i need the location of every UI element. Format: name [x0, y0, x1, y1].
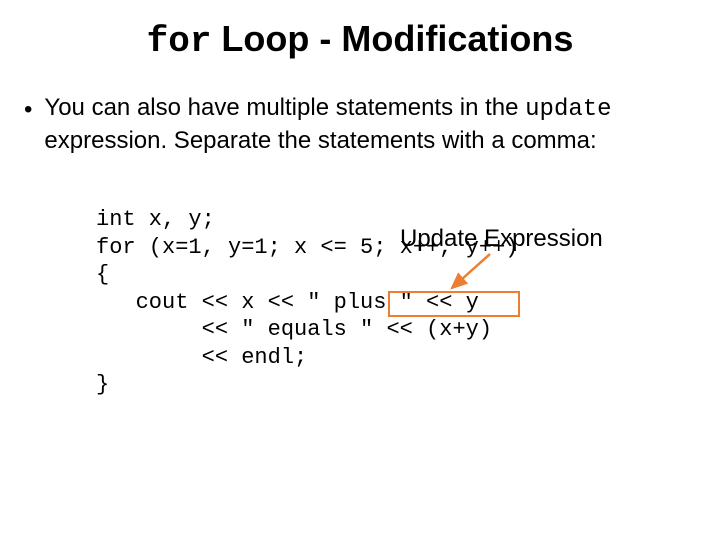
bullet-part2: expression. Separate the statements with…	[44, 127, 596, 154]
title-rest: Loop - Modifications	[211, 18, 573, 59]
bullet-marker: •	[24, 92, 44, 125]
content-area: • You can also have multiple statements …	[0, 92, 720, 399]
bullet-item: • You can also have multiple statements …	[24, 92, 696, 156]
bullet-part1: You can also have multiple statements in…	[44, 94, 525, 121]
annotation-label: Update Expression	[400, 225, 603, 253]
slide-title: for Loop - Modifications	[0, 0, 720, 92]
code-line-6: << endl;	[96, 345, 307, 370]
title-code: for	[147, 21, 212, 62]
code-line-5: << " equals " << (x+y)	[96, 317, 492, 342]
code-line-3: {	[96, 262, 109, 287]
code-line-1: int x, y;	[96, 207, 215, 232]
bullet-code: update	[525, 96, 611, 123]
code-line-7: }	[96, 372, 109, 397]
bullet-text: You can also have multiple statements in…	[44, 92, 696, 156]
highlight-box	[388, 291, 520, 317]
